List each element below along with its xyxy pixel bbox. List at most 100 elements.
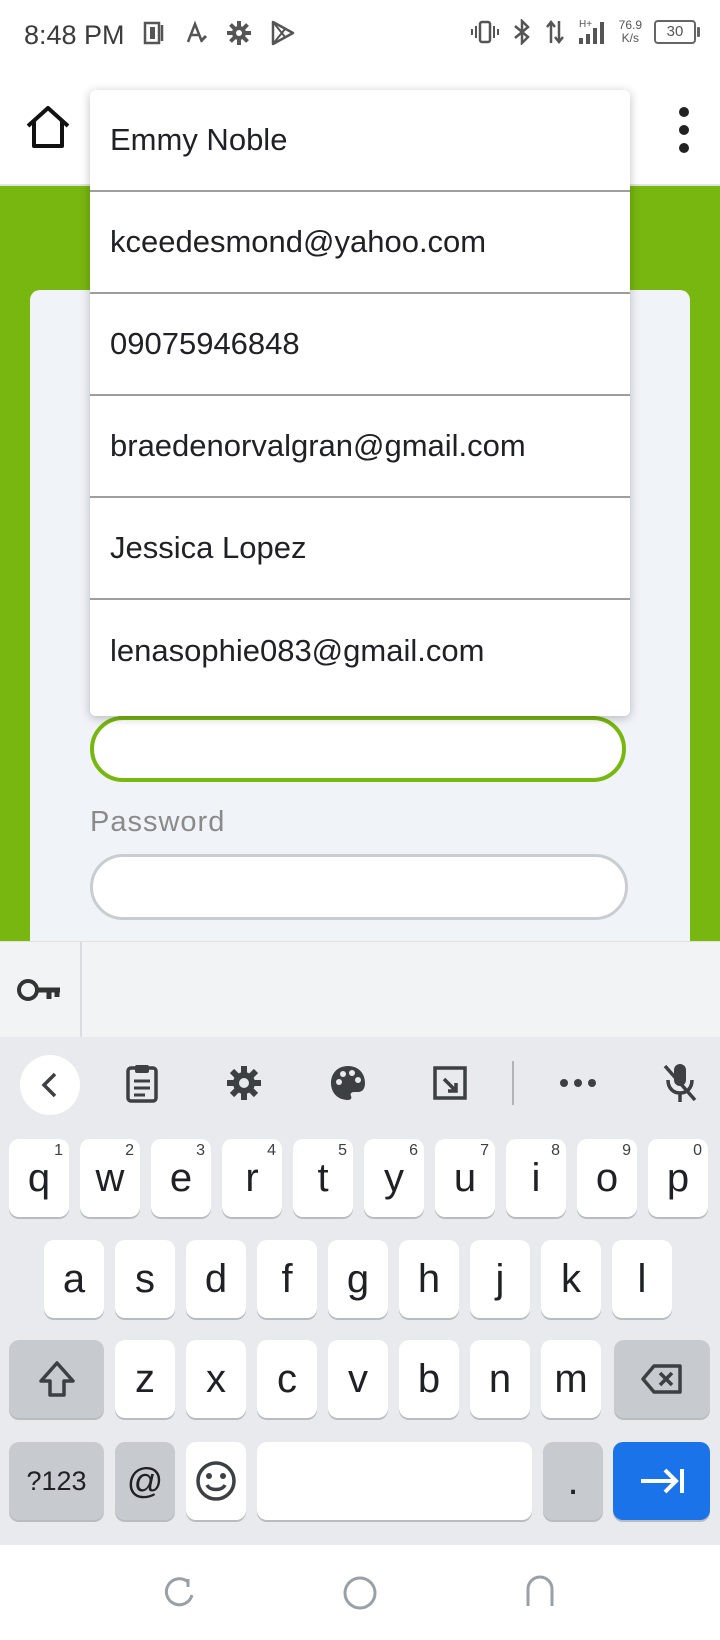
home-icon[interactable] (22, 102, 74, 154)
key-letter: e (169, 1155, 193, 1200)
voice-input-button[interactable] (654, 1057, 706, 1109)
key-f[interactable]: f (257, 1240, 317, 1318)
signal-icon: H+ (578, 19, 604, 44)
gear-icon (227, 1066, 261, 1100)
backspace-key[interactable] (614, 1340, 710, 1418)
floating-keyboard-button[interactable] (424, 1057, 476, 1109)
space-key[interactable] (257, 1442, 532, 1520)
keyboard-toolbar (0, 1037, 720, 1129)
key-letter: r (245, 1155, 259, 1200)
autofill-suggestion[interactable]: braedenorvalgran@gmail.com (90, 396, 630, 498)
tab-arrow-icon (640, 1468, 684, 1494)
key-h[interactable]: h (399, 1240, 459, 1318)
key-r[interactable]: r4 (222, 1139, 282, 1217)
key-l[interactable]: l (612, 1240, 672, 1318)
theme-button[interactable] (322, 1057, 374, 1109)
keyboard-suggestion-strip (0, 941, 720, 1038)
status-bar: 8:48 PM H+ 76.9 K/s 30 (0, 0, 720, 72)
email-input[interactable] (90, 716, 626, 782)
key-o[interactable]: o9 (577, 1139, 637, 1217)
more-horizontal-icon (560, 1079, 596, 1087)
shift-key[interactable] (9, 1340, 104, 1418)
password-input[interactable] (90, 854, 628, 920)
network-speed: 76.9 K/s (618, 18, 642, 45)
key-number-hint: 6 (409, 1142, 418, 1159)
password-key-icon[interactable] (16, 972, 64, 1008)
home-nav-icon[interactable] (342, 1575, 378, 1611)
clipboard-button[interactable] (116, 1057, 168, 1109)
key-v[interactable]: v (328, 1340, 388, 1418)
period-key[interactable]: . (543, 1442, 603, 1520)
key-number-hint: 7 (480, 1142, 489, 1159)
key-n[interactable]: n (470, 1340, 530, 1418)
key-number-hint: 2 (125, 1142, 134, 1159)
key-letter: p (666, 1155, 690, 1200)
vibrate-icon (470, 20, 499, 44)
key-letter: i (531, 1155, 541, 1200)
key-number-hint: 0 (693, 1142, 702, 1159)
key-i[interactable]: i8 (506, 1139, 566, 1217)
emoji-icon (196, 1461, 236, 1501)
keyboard-settings-button[interactable] (218, 1057, 270, 1109)
key-m[interactable]: m (541, 1340, 601, 1418)
key-q[interactable]: q1 (9, 1139, 69, 1217)
symbols-key[interactable]: ?123 (9, 1442, 104, 1520)
key-letter: w (95, 1155, 125, 1200)
key-d[interactable]: d (186, 1240, 246, 1318)
key-number-hint: 4 (267, 1142, 276, 1159)
key-letter: u (453, 1155, 477, 1200)
autofill-suggestion[interactable]: lenasophie083@gmail.com (90, 600, 630, 702)
mic-off-icon (663, 1064, 697, 1102)
key-j[interactable]: j (470, 1240, 530, 1318)
system-nav-bar (0, 1545, 720, 1640)
more-tools-button[interactable] (552, 1057, 604, 1109)
autofill-suggestion[interactable]: 09075946848 (90, 294, 630, 396)
key-letter: o (595, 1155, 619, 1200)
chevron-left-icon (41, 1072, 57, 1098)
key-number-hint: 5 (338, 1142, 347, 1159)
key-x[interactable]: x (186, 1340, 246, 1418)
clipboard-icon (126, 1065, 158, 1103)
key-e[interactable]: e3 (151, 1139, 211, 1217)
key-k[interactable]: k (541, 1240, 601, 1318)
password-label: Password (90, 806, 226, 838)
palette-icon (331, 1066, 365, 1100)
key-c[interactable]: c (257, 1340, 317, 1418)
bluetooth-icon (513, 19, 530, 45)
keyboard: q1w2e3r4t5y6u7i8o9p0 asdfghjkl zxcvbnm ?… (0, 1129, 720, 1545)
autofill-dropdown: Emmy Noble kceedesmond@yahoo.com 0907594… (90, 90, 630, 716)
more-options-icon[interactable] (676, 106, 692, 154)
text-a-icon (186, 20, 207, 43)
battery-indicator: 30 (654, 20, 700, 44)
keyboard-back-button[interactable] (20, 1055, 80, 1115)
key-u[interactable]: u7 (435, 1139, 495, 1217)
autofill-suggestion[interactable]: Emmy Noble (90, 90, 630, 192)
autofill-suggestion[interactable]: kceedesmond@yahoo.com (90, 192, 630, 294)
backspace-icon (641, 1364, 682, 1394)
key-number-hint: 1 (54, 1142, 63, 1159)
settings-icon (227, 21, 251, 45)
key-w[interactable]: w2 (80, 1139, 140, 1217)
key-t[interactable]: t5 (293, 1139, 353, 1217)
shift-icon (38, 1361, 75, 1397)
key-a[interactable]: a (44, 1240, 104, 1318)
data-arrows-icon (545, 19, 564, 45)
play-store-icon (271, 20, 295, 46)
key-letter: t (317, 1155, 329, 1200)
autofill-suggestion[interactable]: Jessica Lopez (90, 498, 630, 600)
back-nav-icon[interactable] (522, 1573, 558, 1609)
key-letter: y (384, 1155, 404, 1200)
key-p[interactable]: p0 (648, 1139, 708, 1217)
resize-icon (433, 1066, 467, 1100)
recent-apps-icon[interactable] (162, 1575, 198, 1611)
key-b[interactable]: b (399, 1340, 459, 1418)
key-g[interactable]: g (328, 1240, 388, 1318)
at-key[interactable]: @ (115, 1442, 175, 1520)
key-z[interactable]: z (115, 1340, 175, 1418)
emoji-key[interactable] (186, 1442, 246, 1520)
status-time: 8:48 PM (24, 20, 125, 50)
key-y[interactable]: y6 (364, 1139, 424, 1217)
key-s[interactable]: s (115, 1240, 175, 1318)
key-letter: q (27, 1155, 51, 1200)
next-field-key[interactable] (613, 1442, 710, 1520)
